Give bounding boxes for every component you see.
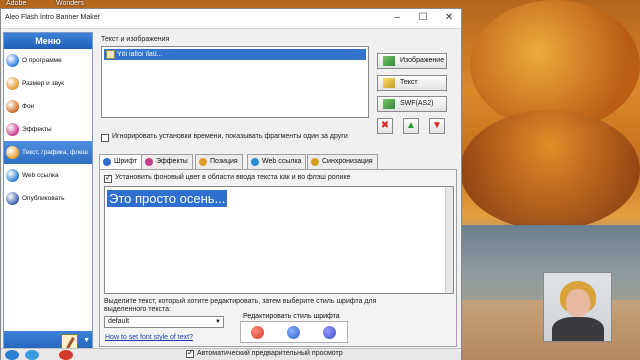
font-style-select[interactable]: default ▼ bbox=[104, 316, 224, 328]
hint-text-line2: выделенного текста: bbox=[104, 306, 171, 313]
font-tab-icon bbox=[103, 158, 111, 166]
sidebar-item-label: О программе bbox=[22, 57, 62, 64]
add-image-label: Изображение bbox=[400, 57, 445, 64]
font-tab-panel: Установить фоновый цвет в области ввода … bbox=[99, 169, 457, 347]
ignore-time-label: Игнорировать установки времени, показыва… bbox=[112, 133, 348, 140]
autumn-trees-lower bbox=[460, 110, 640, 230]
text-item-icon bbox=[106, 50, 115, 59]
tab-effects[interactable]: Эффекты bbox=[141, 154, 193, 169]
style-blue-ball-icon[interactable] bbox=[287, 326, 300, 339]
effects-tab-icon bbox=[145, 158, 153, 166]
minimize-button[interactable]: – bbox=[385, 11, 409, 25]
delete-icon: ✖ bbox=[380, 120, 390, 131]
webcam-overlay bbox=[543, 272, 612, 342]
add-text-button[interactable]: Текст bbox=[377, 75, 447, 91]
auto-preview-checkbox[interactable] bbox=[186, 348, 194, 358]
list-item-label: Yöi ialïoi ïlaü... bbox=[117, 51, 163, 58]
tab-strip: Шрифт Эффекты Позиция Web ссылка Синхрон… bbox=[99, 154, 459, 170]
add-swf-button[interactable]: SWF(AS2) bbox=[377, 96, 447, 112]
list-item[interactable]: Yöi ialïoi ïlaü... bbox=[104, 49, 366, 60]
editor-selected-text[interactable]: Это просто осень... bbox=[107, 190, 228, 207]
tab-position[interactable]: Позиция bbox=[195, 154, 243, 169]
sidebar-item-label: Текст, графика, флеш bbox=[22, 149, 88, 156]
sidebar-item-label: Web ссылка bbox=[22, 172, 59, 179]
sidebar-item-4[interactable]: Текст, графика, флеш bbox=[4, 141, 92, 164]
add-image-button[interactable]: Изображение bbox=[377, 53, 447, 69]
sparkle-icon bbox=[6, 123, 19, 136]
tab-font-label: Шрифт bbox=[114, 158, 138, 165]
bg-color-checkbox[interactable] bbox=[104, 173, 112, 183]
speaker-icon bbox=[6, 77, 19, 90]
sidebar-item-2[interactable]: Фон bbox=[4, 95, 92, 118]
style-purple-ball-icon[interactable] bbox=[323, 326, 336, 339]
swf-add-icon bbox=[383, 99, 395, 109]
sidebar-item-5[interactable]: Web ссылка bbox=[4, 164, 92, 187]
add-text-label: Текст bbox=[400, 79, 418, 86]
info-icon bbox=[6, 54, 19, 67]
ignore-time-checkbox[interactable] bbox=[101, 134, 109, 142]
texts-images-label: Текст и изображения bbox=[101, 36, 170, 43]
tab-web-link[interactable]: Web ссылка bbox=[247, 154, 307, 169]
edit-style-group: Редактировать стиль шрифта bbox=[240, 313, 348, 345]
text-editor[interactable]: Это просто осень... bbox=[104, 186, 454, 294]
font-style-help-link[interactable]: How to set font style of text? bbox=[105, 334, 193, 341]
editor-scrollbar[interactable] bbox=[445, 187, 453, 293]
auto-preview-label: Автоматический предварительный просмотр bbox=[197, 350, 343, 357]
side-menu: Меню О программе Размер и звук Фон Эффекты Т… bbox=[3, 32, 93, 354]
bg-color-label: Установить фоновый цвет в области ввода … bbox=[115, 174, 351, 181]
tab-effects-label: Эффекты bbox=[156, 158, 188, 165]
exit-icon[interactable] bbox=[59, 350, 73, 360]
delete-button[interactable]: ✖ bbox=[377, 118, 393, 134]
web-link-tab-icon bbox=[251, 158, 259, 166]
text-image-list[interactable]: Yöi ialïoi ïlaü... bbox=[101, 46, 369, 118]
text-add-icon bbox=[383, 78, 395, 88]
chevron-down-icon: ▼ bbox=[215, 319, 221, 325]
sidebar-item-3[interactable]: Эффекты bbox=[4, 118, 92, 141]
app-window: Aleo Flash Intro Banner Maker – ☐ ✕ Меню… bbox=[0, 8, 462, 360]
arrow-up-icon: ▲ bbox=[406, 120, 416, 131]
brush-icon bbox=[6, 146, 19, 159]
tab-web-link-label: Web ссылка bbox=[262, 158, 302, 165]
add-swf-label: SWF(AS2) bbox=[400, 100, 434, 107]
sidebar-item-0[interactable]: О программе bbox=[4, 49, 92, 72]
webcam-body bbox=[552, 317, 604, 341]
webcam-face bbox=[566, 289, 590, 317]
help-icon[interactable] bbox=[5, 350, 19, 360]
desktop-icon-adobe[interactable]: Adobe bbox=[6, 0, 26, 7]
move-down-button[interactable]: ▼ bbox=[429, 118, 445, 134]
globe-icon bbox=[6, 169, 19, 182]
desktop-icon-wonders[interactable]: Wonders bbox=[56, 0, 84, 7]
title-bar[interactable]: Aleo Flash Intro Banner Maker – ☐ ✕ bbox=[1, 9, 461, 29]
image-add-icon bbox=[383, 56, 395, 66]
sidebar-item-label: Фон bbox=[22, 103, 35, 110]
sidebar-item-6[interactable]: Опубликовать bbox=[4, 187, 92, 210]
move-up-button[interactable]: ▲ bbox=[403, 118, 419, 134]
main-panel: Текст и изображения Yöi ialïoi ïlaü... И… bbox=[97, 32, 459, 354]
maximize-button[interactable]: ☐ bbox=[411, 11, 435, 25]
arrow-down-icon: ▼ bbox=[432, 120, 442, 131]
font-style-value: default bbox=[108, 318, 130, 325]
edit-style-label: Редактировать стиль шрифта bbox=[243, 313, 340, 320]
window-title: Aleo Flash Intro Banner Maker bbox=[5, 14, 100, 21]
bottom-bar: Автоматический предварительный просмотр bbox=[1, 348, 461, 360]
close-button[interactable]: ✕ bbox=[437, 11, 461, 25]
menu-header: Меню bbox=[4, 33, 92, 49]
sidebar-item-1[interactable]: Размер и звук bbox=[4, 72, 92, 95]
publish-icon bbox=[6, 192, 19, 205]
style-red-ball-icon[interactable] bbox=[251, 326, 264, 339]
sidebar-item-label: Размер и звук bbox=[22, 80, 64, 87]
sidebar-item-label: Опубликовать bbox=[22, 195, 65, 202]
info-icon[interactable] bbox=[25, 350, 39, 360]
tab-sync[interactable]: Синхронизация bbox=[307, 154, 378, 169]
dropdown-arrow-icon[interactable]: ▼ bbox=[83, 337, 90, 344]
palette-icon bbox=[6, 100, 19, 113]
hint-text-line1: Выделите текст, который хотите редактиро… bbox=[104, 298, 377, 305]
position-tab-icon bbox=[199, 158, 207, 166]
sync-tab-icon bbox=[311, 158, 319, 166]
tab-sync-label: Синхронизация bbox=[322, 158, 373, 165]
style-buttons-box bbox=[240, 321, 348, 343]
tab-font[interactable]: Шрифт bbox=[99, 154, 143, 170]
sidebar-item-label: Эффекты bbox=[22, 126, 52, 133]
tab-position-label: Позиция bbox=[210, 158, 238, 165]
